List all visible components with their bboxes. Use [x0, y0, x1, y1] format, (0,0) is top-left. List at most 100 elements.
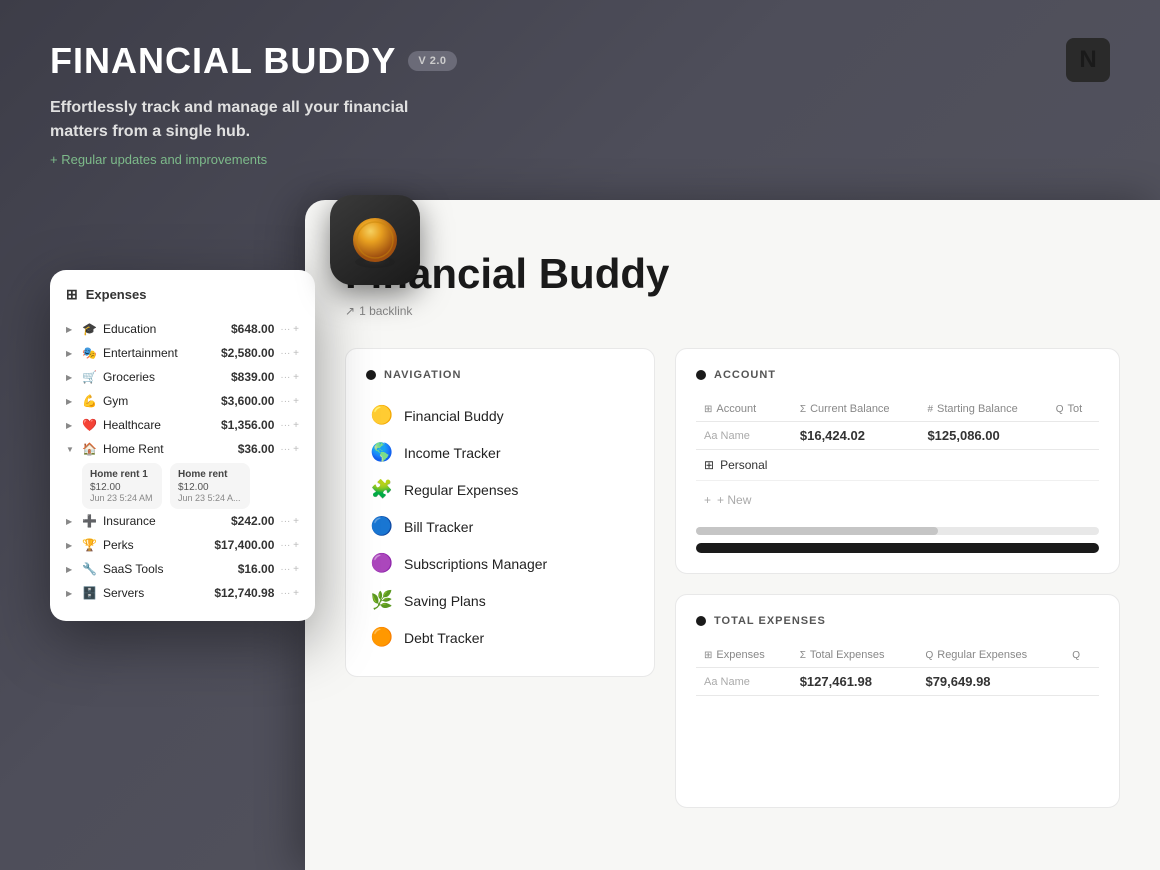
add-new-button[interactable]: + + New [696, 485, 1099, 515]
nav-item-label: Saving Plans [404, 593, 486, 609]
sub-card: Home rent 1 $12.00 Jun 23 5:24 AM [82, 463, 162, 509]
expense-actions[interactable]: ··· + [280, 516, 299, 527]
expense-name: Insurance [103, 514, 156, 528]
list-item[interactable]: ▶ ➕ Insurance $242.00 ··· + [66, 509, 299, 533]
nav-item-subscriptions-manager[interactable]: 🟣 Subscriptions Manager [366, 545, 634, 582]
nav-item-regular-expenses[interactable]: 🧩 Regular Expenses [366, 471, 634, 508]
expand-arrow: ▶ [66, 421, 76, 430]
backlink[interactable]: ↗ 1 backlink [345, 304, 1120, 318]
expense-amount: $12,740.98 [214, 586, 274, 600]
nav-item-financial-buddy[interactable]: 🟡 Financial Buddy [366, 397, 634, 434]
page-title: Financial Buddy [345, 250, 1120, 298]
expense-name: Education [103, 322, 156, 336]
expand-arrow: ▶ [66, 541, 76, 550]
expense-row-left: ▶ 🎓 Education [66, 322, 231, 336]
sub-card-title: Home rent [178, 469, 242, 480]
nav-item-bill-tracker[interactable]: 🔵 Bill Tracker [366, 508, 634, 545]
col-tot: QTot [1048, 397, 1099, 422]
account-name: ⊞ Personal [696, 450, 792, 481]
list-item[interactable]: ▶ 🔧 SaaS Tools $16.00 ··· + [66, 557, 299, 581]
expense-name: Gym [103, 394, 128, 408]
col-extra: Q [1064, 643, 1099, 668]
expenses-panel: ⊞ Expenses ▶ 🎓 Education $648.00 ··· + ▶… [50, 270, 315, 621]
subscriptions-manager-icon: 🟣 [370, 553, 394, 574]
expense-row-left: ▼ 🏠 Home Rent [66, 442, 238, 456]
expense-actions[interactable]: ··· + [280, 372, 299, 383]
expense-actions[interactable]: ··· + [280, 396, 299, 407]
expense-actions[interactable]: ··· + [280, 540, 299, 551]
expand-arrow: ▶ [66, 589, 76, 598]
expense-amount: $2,580.00 [221, 346, 274, 360]
account-title: ACCOUNT [714, 369, 776, 381]
version-badge: V 2.0 [408, 51, 456, 71]
updates-text: + Regular updates and improvements [50, 152, 1110, 167]
list-item[interactable]: ▶ 🎓 Education $648.00 ··· + [66, 317, 299, 341]
expenses-panel-title: Expenses [86, 287, 147, 302]
expense-row-left: ▶ 💪 Gym [66, 394, 221, 408]
search-icon: Q [1056, 404, 1064, 415]
sub-card-date: Jun 23 5:24 A... [178, 493, 242, 503]
coin-svg [345, 210, 405, 270]
account-tot [1048, 450, 1099, 481]
expense-row-left: ▶ 🎭 Entertainment [66, 346, 221, 360]
list-item[interactable]: ▼ 🏠 Home Rent $36.00 ··· + [66, 437, 299, 461]
nav-item-saving-plans[interactable]: 🌿 Saving Plans [366, 582, 634, 619]
expand-arrow: ▼ [66, 445, 76, 454]
expenses-panel-header: ⊞ Expenses [66, 286, 299, 303]
expense-actions[interactable]: ··· + [280, 444, 299, 455]
expense-amount: $17,400.00 [214, 538, 274, 552]
expense-name: Perks [103, 538, 134, 552]
expense-name: Servers [103, 586, 144, 600]
expand-arrow: ▶ [66, 397, 76, 406]
list-item[interactable]: ▶ 🏆 Perks $17,400.00 ··· + [66, 533, 299, 557]
col-regular-value: $79,649.98 [917, 668, 1064, 696]
col-name-sub: Aa Name [696, 668, 792, 696]
list-item[interactable]: ▶ 🗄️ Servers $12,740.98 ··· + [66, 581, 299, 605]
search-icon: Q [925, 650, 933, 661]
expense-amount: $36.00 [238, 442, 275, 456]
expand-arrow: ▶ [66, 565, 76, 574]
expense-actions[interactable]: ··· + [280, 564, 299, 575]
expense-actions[interactable]: ··· + [280, 420, 299, 431]
grid-icon: ⊞ [66, 286, 78, 303]
nav-item-label: Bill Tracker [404, 519, 473, 535]
expand-arrow: ▶ [66, 373, 76, 382]
nav-item-income-tracker[interactable]: 🌎 Income Tracker [366, 434, 634, 471]
table-row[interactable]: ⊞ Personal [696, 450, 1099, 481]
expense-row-left: ▶ 🔧 SaaS Tools [66, 562, 238, 576]
title-row: FINANCIAL BUDDY V 2.0 [50, 40, 1110, 82]
add-new-label: + New [717, 493, 751, 507]
col-account: ⊞Account [696, 397, 792, 422]
list-item[interactable]: ▶ 🎭 Entertainment $2,580.00 ··· + [66, 341, 299, 365]
expense-name: Entertainment [103, 346, 178, 360]
main-panel-inner: Financial Buddy ↗ 1 backlink NAVIGATION … [305, 200, 1160, 870]
sub-card: Home rent $12.00 Jun 23 5:24 A... [170, 463, 250, 509]
expense-actions[interactable]: ··· + [280, 588, 299, 599]
dot-icon [366, 370, 376, 380]
sigma-icon: Σ [800, 404, 806, 415]
total-expenses-block: TOTAL EXPENSES ⊞Expenses ΣTotal Expenses… [675, 594, 1120, 808]
income-tracker-icon: 🌎 [370, 442, 394, 463]
right-column: ACCOUNT ⊞Account ΣCurrent Balance #Start… [675, 348, 1120, 808]
nav-item-label: Regular Expenses [404, 482, 518, 498]
nav-item-label: Debt Tracker [404, 630, 484, 646]
db-icon: ⊞ [704, 458, 714, 472]
expense-actions[interactable]: ··· + [280, 324, 299, 335]
col-starting-value: $125,086.00 [919, 422, 1047, 450]
total-expenses-table-container: ⊞Expenses ΣTotal Expenses QRegular Expen… [696, 643, 1099, 696]
dot-icon [696, 370, 706, 380]
list-item[interactable]: ▶ 🛒 Groceries $839.00 ··· + [66, 365, 299, 389]
account-table: ⊞Account ΣCurrent Balance #Starting Bala… [696, 397, 1099, 481]
expense-actions[interactable]: ··· + [280, 348, 299, 359]
sub-card-date: Jun 23 5:24 AM [90, 493, 154, 503]
sigma-icon: Σ [800, 650, 806, 661]
list-item[interactable]: ▶ ❤️ Healthcare $1,356.00 ··· + [66, 413, 299, 437]
expense-subrows: Home rent 1 $12.00 Jun 23 5:24 AM Home r… [82, 463, 299, 509]
nav-item-debt-tracker[interactable]: 🟠 Debt Tracker [366, 619, 634, 656]
col-starting-balance: #Starting Balance [919, 397, 1047, 422]
sub-card-amount: $12.00 [90, 482, 154, 493]
expense-icon: ➕ [82, 514, 97, 528]
list-item[interactable]: ▶ 💪 Gym $3,600.00 ··· + [66, 389, 299, 413]
total-expenses-title: TOTAL EXPENSES [714, 615, 826, 627]
scrollbar-thumb [696, 527, 938, 535]
